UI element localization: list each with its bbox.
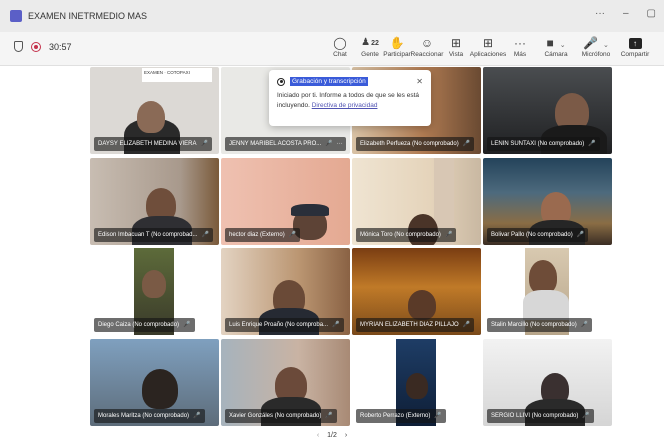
participant-name: Roberto Perrazo (Externo) <box>360 413 431 419</box>
gallery-pager: ‹ 1/2 › <box>0 432 664 439</box>
prev-page-button[interactable]: ‹ <box>317 432 319 439</box>
mic-off-icon: 🎤 <box>444 232 453 238</box>
people-icon: ♟22 <box>361 37 379 48</box>
mic-off-icon: 🎤 <box>588 141 596 147</box>
view-icon: ⊞ <box>450 36 462 50</box>
chevron-down-icon[interactable]: ⌄ <box>560 42 566 49</box>
camera-icon: ■ ⌄ <box>546 36 566 50</box>
participant-name: LENIN SUNTAXI (No comprobado) <box>491 141 585 147</box>
mic-off-icon: 🎤 <box>462 322 471 328</box>
participants-count: 22 <box>371 40 379 47</box>
participant-name: Mónica Toro (No comprobado) <box>360 232 441 238</box>
participant-tile[interactable]: SERGIO LLIVI (No comprobado) 🎤 <box>483 339 612 426</box>
more-icon: ··· <box>514 36 526 50</box>
participant-name: JENNY MARIBEL ACOSTA PRO... <box>229 141 322 147</box>
teams-logo-icon <box>10 10 22 22</box>
window-more-button[interactable]: ··· <box>595 8 605 19</box>
mic-off-icon: 🎤 <box>183 322 191 328</box>
mic-off-icon: 🎤 <box>332 322 340 328</box>
participant-name: SERGIO LLIVI (No comprobado) <box>491 413 579 419</box>
meeting-timer: 30:57 <box>49 41 72 52</box>
shield-icon <box>14 41 23 52</box>
participant-tile[interactable]: Diego Caiza (No comprobado) 🎤 <box>90 248 219 335</box>
window-controls: ··· – ▢ <box>595 8 656 19</box>
participant-tile[interactable]: Stalin Marcillo (No comprobado) 🎤 <box>483 248 612 335</box>
participant-name: Bolivar Pallo (No comprobado) <box>491 232 573 238</box>
notification-title: Grabación y transcripción <box>290 77 368 86</box>
more-button[interactable]: ··· Más <box>502 35 538 58</box>
title-bar: EXAMEN INETRMEDIO MAS ··· – ▢ <box>0 0 664 32</box>
participant-name: Stalin Marcillo (No comprobado) <box>491 322 577 328</box>
institution-logo: EXAMEN · COTOPAXI <box>142 68 212 82</box>
participant-name: Luis Enrique Proaño (No comproba... <box>229 322 329 328</box>
participant-tile[interactable]: Mónica Toro (No comprobado) 🎤 <box>352 158 481 245</box>
raise-hand-icon: ✋ <box>389 36 405 50</box>
page-indicator: 1/2 <box>327 432 337 439</box>
participant-tile[interactable]: hector diaz (Externo) 🎤 <box>221 158 350 245</box>
share-icon: ↑ <box>628 38 642 49</box>
participant-tile[interactable]: Xavier Gonzáles (No comprobado) 🎤 <box>221 339 350 426</box>
share-button[interactable]: ↑ Compartir <box>617 35 653 58</box>
mic-off-icon: 🎤 <box>576 232 585 238</box>
view-button[interactable]: ⊞ Vista <box>438 35 474 58</box>
participant-tile[interactable]: EXAMEN · COTOPAXI DAYSY ELIZABETH MEDINA… <box>90 67 219 154</box>
microphone-button[interactable]: 🎤 ⌄ Micrófono <box>578 35 614 58</box>
privacy-policy-link[interactable]: Directiva de privacidad <box>312 102 378 109</box>
participant-name: Diego Caiza (No comprobado) <box>98 322 180 328</box>
mic-off-icon: 🎤 <box>201 232 209 238</box>
mic-off-icon: 🎤 <box>434 413 442 419</box>
participant-tile[interactable]: LENIN SUNTAXI (No comprobado) 🎤 <box>483 67 612 154</box>
participant-name: hector diaz (Externo) <box>229 232 285 238</box>
mic-off-icon: 🎤 <box>200 141 208 147</box>
meeting-toolbar: 30:57 ◯ Chat ♟22 Gente ✋ Participar ☺ Re… <box>0 32 664 66</box>
notification-body: Iniciado por ti. Informe a todos de que … <box>277 92 420 109</box>
participant-tile[interactable]: Roberto Perrazo (Externo) 🎤 <box>352 339 481 426</box>
chevron-down-icon[interactable]: ⌄ <box>603 42 609 49</box>
participant-name: Xavier Gonzáles (No comprobado) <box>229 413 322 419</box>
apps-icon: ⊞ <box>482 36 494 50</box>
participant-tile[interactable]: Edison Imbacuan T (No comprobad... 🎤 <box>90 158 219 245</box>
mic-off-icon: 🎤 ⌄ <box>583 36 609 50</box>
participant-tile[interactable]: Morales Maritza (No comprobado) 🎤 <box>90 339 219 426</box>
maximize-button[interactable]: ▢ <box>647 8 656 19</box>
mic-off-icon: 🎤 <box>193 413 201 419</box>
recording-icon <box>277 77 285 86</box>
participant-name: Edison Imbacuan T (No comprobad... <box>98 232 198 238</box>
next-page-button[interactable]: › <box>345 432 347 439</box>
mic-off-icon: 🎤 <box>325 141 333 147</box>
minimize-button[interactable]: – <box>623 8 629 19</box>
participant-name: DAYSY ELIZABETH MEDINA VIERA <box>98 141 197 147</box>
participant-tile[interactable]: Bolivar Pallo (No comprobado) 🎤 <box>483 158 612 245</box>
react-icon: ☺ <box>420 36 434 50</box>
camera-button[interactable]: ■ ⌄ Cámara <box>538 35 574 58</box>
participant-name: Elizabeth Perfueza (No comprobado) <box>360 141 459 147</box>
mic-off-icon: 🎤 <box>580 322 589 328</box>
participant-name: Morales Maritza (No comprobado) <box>98 413 190 419</box>
recording-icon <box>31 41 41 52</box>
mic-off-icon: 🎤 <box>582 413 590 419</box>
participant-name: MYRIAN ELIZABETH DIAZ PILLAJO <box>360 322 459 328</box>
mic-off-icon: 🎤 <box>462 141 471 147</box>
recording-notification: Grabación y transcripción ✕ Iniciado por… <box>269 70 431 126</box>
more-icon[interactable]: ··· <box>337 137 343 151</box>
apps-button[interactable]: ⊞ Aplicaciones <box>470 35 507 58</box>
mic-off-icon: 🎤 <box>288 232 297 238</box>
chat-icon: ◯ <box>333 36 347 50</box>
close-icon[interactable]: ✕ <box>416 77 423 86</box>
participant-tile[interactable]: Luis Enrique Proaño (No comproba... 🎤 <box>221 248 350 335</box>
mic-off-icon: 🎤 <box>325 413 333 419</box>
participant-tile-active-speaker[interactable]: MYRIAN ELIZABETH DIAZ PILLAJO 🎤 <box>352 248 481 335</box>
window-title: EXAMEN INETRMEDIO MAS <box>28 11 148 21</box>
